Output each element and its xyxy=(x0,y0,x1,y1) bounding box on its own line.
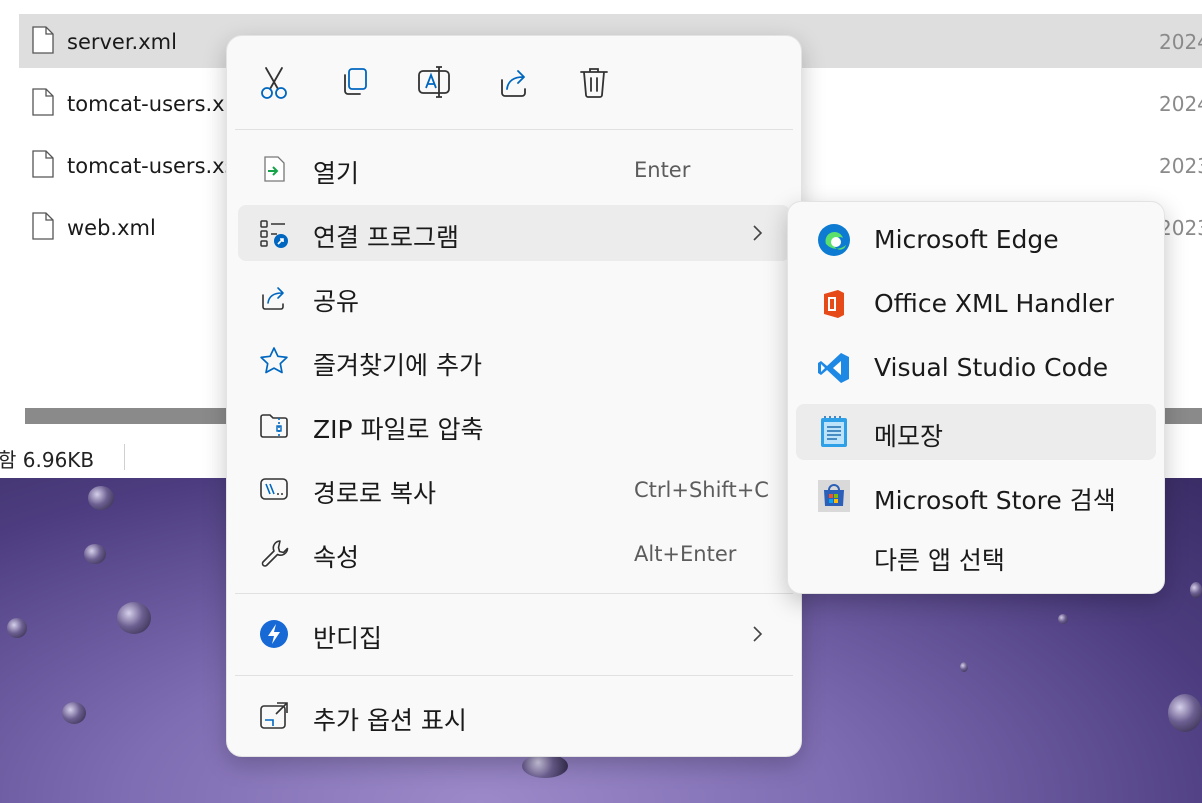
file-date: 2023 xyxy=(1159,216,1202,240)
more-options-icon xyxy=(260,702,288,729)
status-selection-size: 함 6.96KB xyxy=(0,448,95,472)
water-drop xyxy=(88,486,114,510)
menu-item-label: 추가 옵션 표시 xyxy=(313,706,467,735)
menu-item-label: 경로로 복사 xyxy=(313,479,436,508)
store-icon xyxy=(818,480,850,512)
context-menu-toolbar xyxy=(227,36,801,128)
share-icon xyxy=(262,287,284,310)
open-with-submenu: Microsoft Edge Office XML Handler Visual… xyxy=(787,201,1165,594)
context-menu: 열기 Enter 연결 프로그램 공유 즐겨찾기에 추가 ZIP 파일로 압축 … xyxy=(226,35,802,757)
file-name: web.xml xyxy=(67,216,156,240)
submenu-item-label: Visual Studio Code xyxy=(874,353,1109,382)
star-icon xyxy=(260,347,288,374)
menu-item-label: 속성 xyxy=(313,543,360,572)
file-icon xyxy=(32,212,54,240)
cut-icon xyxy=(261,67,287,99)
water-drop xyxy=(1190,582,1202,598)
menu-item-label: 반디집 xyxy=(313,624,383,653)
menu-item-shortcut: Ctrl+Shift+C xyxy=(634,478,769,502)
water-drop xyxy=(62,702,86,724)
rename-icon xyxy=(418,66,450,98)
menu-item-copy-as-path[interactable]: 경로로 복사 Ctrl+Shift+C xyxy=(238,461,790,517)
menu-item-show-more-options[interactable]: 추가 옵션 표시 xyxy=(238,688,790,744)
copy-button[interactable] xyxy=(334,62,374,102)
menu-item-share[interactable]: 공유 xyxy=(238,269,790,325)
delete-button[interactable] xyxy=(574,62,614,102)
share-icon xyxy=(501,70,526,97)
submenu-item-notepad[interactable]: 메모장 xyxy=(796,404,1156,460)
copy-path-icon xyxy=(260,478,288,500)
menu-item-label: 열기 xyxy=(313,159,360,188)
file-date: 2024 xyxy=(1159,92,1202,116)
rename-button[interactable] xyxy=(414,62,454,102)
menu-item-label: 공유 xyxy=(313,287,360,316)
bandizip-icon xyxy=(260,620,288,648)
file-date: 2024 xyxy=(1159,30,1202,54)
submenu-item-visual-studio-code[interactable]: Visual Studio Code xyxy=(796,340,1156,396)
wrench-icon xyxy=(261,540,289,567)
submenu-item-label: Microsoft Store 검색 xyxy=(874,486,1116,515)
submenu-item-label: 메모장 xyxy=(874,422,944,451)
menu-item-label: 즐겨찾기에 추가 xyxy=(313,351,482,380)
chevron-right-icon xyxy=(753,626,763,642)
water-drop xyxy=(84,544,106,564)
water-drop xyxy=(1058,614,1068,624)
vscode-icon xyxy=(818,353,849,383)
file-icon xyxy=(32,150,54,178)
submenu-item-label: 다른 앱 선택 xyxy=(874,546,1005,575)
file-icon xyxy=(32,88,54,116)
water-drop xyxy=(960,662,968,672)
menu-item-shortcut: Enter xyxy=(634,158,691,182)
submenu-item-office-xml-handler[interactable]: Office XML Handler xyxy=(796,276,1156,332)
edge-icon xyxy=(818,224,850,256)
menu-item-add-to-favorites[interactable]: 즐겨찾기에 추가 xyxy=(238,333,790,389)
water-drop xyxy=(117,602,151,634)
delete-icon xyxy=(580,68,608,98)
copy-icon xyxy=(344,68,367,95)
menu-item-label: 연결 프로그램 xyxy=(313,223,459,252)
water-drop xyxy=(522,754,568,778)
menu-item-shortcut: Alt+Enter xyxy=(634,542,737,566)
office-icon xyxy=(824,290,844,318)
open-icon xyxy=(264,156,285,182)
menu-item-compress-zip[interactable]: ZIP 파일로 압축 xyxy=(238,397,790,453)
submenu-item-microsoft-store-search[interactable]: Microsoft Store 검색 xyxy=(796,468,1156,524)
submenu-item-microsoft-edge[interactable]: Microsoft Edge xyxy=(796,212,1156,268)
chevron-right-icon xyxy=(753,225,763,241)
submenu-item-label: Office XML Handler xyxy=(874,289,1114,318)
cut-button[interactable] xyxy=(254,62,294,102)
water-drop xyxy=(1168,694,1202,732)
file-icon xyxy=(32,26,54,54)
menu-item-open[interactable]: 열기 Enter xyxy=(238,141,790,197)
file-name: tomcat-users.xsd xyxy=(67,154,249,178)
file-name: server.xml xyxy=(67,30,177,54)
zip-folder-icon xyxy=(260,414,288,438)
menu-item-bandizip[interactable]: 반디집 xyxy=(238,606,790,662)
notepad-icon xyxy=(821,416,847,447)
file-date: 2023 xyxy=(1159,154,1202,178)
submenu-item-choose-another-app[interactable]: 다른 앱 선택 xyxy=(796,528,1156,584)
file-name: tomcat-users.xml xyxy=(67,92,251,116)
menu-separator xyxy=(235,593,793,594)
open-with-icon xyxy=(260,220,288,248)
menu-separator xyxy=(235,129,793,130)
menu-separator xyxy=(235,675,793,676)
submenu-item-label: Microsoft Edge xyxy=(874,225,1059,254)
menu-item-properties[interactable]: 속성 Alt+Enter xyxy=(238,525,790,581)
menu-item-open-with[interactable]: 연결 프로그램 xyxy=(238,205,790,261)
water-drop xyxy=(7,618,27,638)
status-divider xyxy=(124,444,125,470)
share-button[interactable] xyxy=(494,62,534,102)
menu-item-label: ZIP 파일로 압축 xyxy=(313,415,484,444)
